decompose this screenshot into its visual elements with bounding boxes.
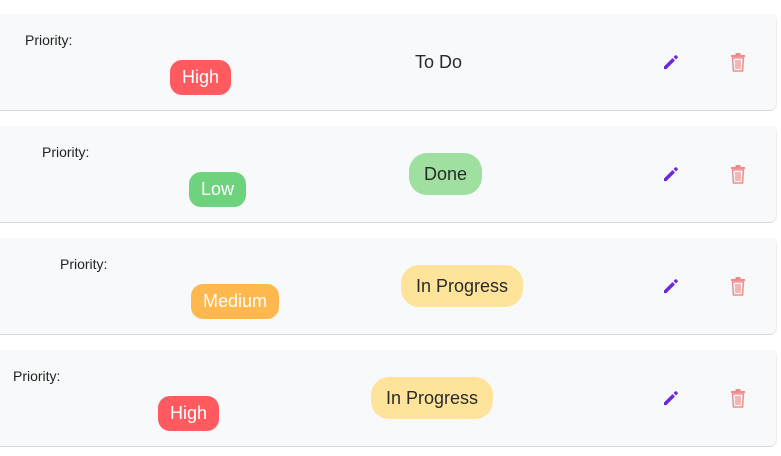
pencil-icon bbox=[661, 52, 681, 72]
delete-button[interactable] bbox=[729, 164, 747, 184]
delete-button[interactable] bbox=[729, 388, 747, 408]
task-list: Priority: High To Do Priority: Low Done bbox=[0, 0, 781, 456]
edit-button[interactable] bbox=[661, 52, 681, 72]
status-badge: In Progress bbox=[371, 377, 494, 419]
edit-button[interactable] bbox=[661, 164, 681, 184]
trash-icon bbox=[729, 52, 747, 72]
status-badge: To Do bbox=[415, 52, 463, 72]
edit-button[interactable] bbox=[661, 276, 681, 296]
pencil-icon bbox=[661, 276, 681, 296]
priority-badge: High bbox=[158, 396, 220, 431]
task-card: Priority: High In Progress bbox=[0, 350, 776, 446]
priority-badge: Low bbox=[189, 172, 247, 207]
priority-label: Priority: bbox=[42, 144, 90, 160]
delete-button[interactable] bbox=[729, 276, 747, 296]
priority-label: Priority: bbox=[25, 32, 73, 48]
task-card: Priority: High To Do bbox=[0, 14, 776, 110]
pencil-icon bbox=[661, 388, 681, 408]
priority-label: Priority: bbox=[60, 256, 108, 272]
status-badge: Done bbox=[409, 153, 483, 195]
pencil-icon bbox=[661, 164, 681, 184]
delete-button[interactable] bbox=[729, 52, 747, 72]
status-badge: In Progress bbox=[401, 265, 524, 307]
priority-badge: High bbox=[170, 60, 232, 95]
edit-button[interactable] bbox=[661, 388, 681, 408]
task-card: Priority: Low Done bbox=[0, 126, 776, 222]
priority-badge: Medium bbox=[191, 284, 280, 319]
task-card: Priority: Medium In Progress bbox=[0, 238, 776, 334]
trash-icon bbox=[729, 164, 747, 184]
priority-label: Priority: bbox=[13, 368, 61, 384]
trash-icon bbox=[729, 388, 747, 408]
trash-icon bbox=[729, 276, 747, 296]
